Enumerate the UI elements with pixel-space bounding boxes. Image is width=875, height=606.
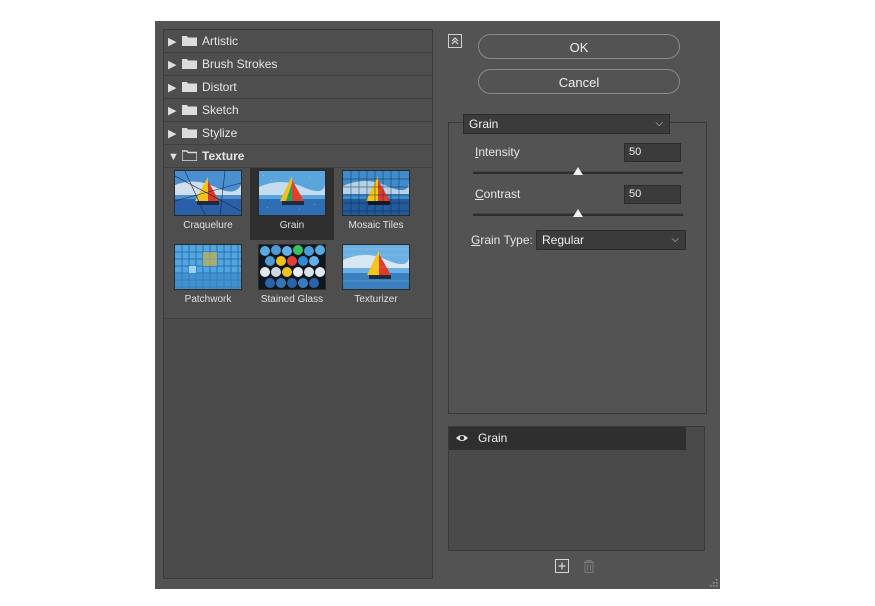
folder-icon: [182, 127, 197, 138]
thumb-image: [174, 244, 242, 290]
intensity-label: Intensity: [475, 145, 520, 159]
thumb-caption: Mosaic Tiles: [348, 220, 404, 231]
category-label: Artistic: [202, 34, 238, 48]
category-label: Brush Strokes: [202, 57, 278, 71]
effect-layer-row[interactable]: Grain: [449, 427, 686, 450]
triangle-right-icon: ▶: [168, 59, 177, 71]
folder-open-icon: [182, 150, 197, 161]
category-stylize[interactable]: ▶ Stylize: [164, 122, 432, 145]
triangle-right-icon: ▶: [168, 128, 177, 140]
grain-type-value: Regular: [542, 233, 585, 247]
thumb-image: [258, 244, 326, 290]
category-artistic[interactable]: ▶ Artistic: [164, 30, 432, 53]
thumb-grain[interactable]: Grain: [250, 168, 334, 240]
thumb-stained-glass[interactable]: Stained Glass: [250, 242, 334, 314]
category-label: Sketch: [202, 103, 239, 117]
thumb-caption: Stained Glass: [260, 294, 324, 305]
filter-settings-panel: Grain ⌵ Intensity 50 Contrast 50 Grain T…: [448, 114, 707, 414]
collapse-up-icon[interactable]: [448, 34, 462, 48]
effect-layers-panel: Grain: [448, 426, 705, 551]
thumb-image: [342, 170, 410, 216]
category-label: Distort: [202, 80, 237, 94]
category-brush-strokes[interactable]: ▶ Brush Strokes: [164, 53, 432, 76]
category-label: Stylize: [202, 126, 238, 140]
triangle-right-icon: ▶: [168, 82, 177, 94]
category-sketch[interactable]: ▶ Sketch: [164, 99, 432, 122]
thumb-caption: Grain: [279, 220, 305, 231]
thumb-caption: Patchwork: [184, 294, 232, 305]
category-texture[interactable]: ▼ Texture: [164, 145, 432, 168]
effect-layer-name: Grain: [478, 431, 508, 445]
chevron-down-icon: ⌵: [655, 118, 663, 129]
thumb-patchwork[interactable]: Patchwork: [166, 242, 250, 314]
new-effect-layer-icon[interactable]: [555, 559, 569, 573]
cancel-button[interactable]: Cancel: [478, 69, 680, 94]
thumb-image: [342, 244, 410, 290]
category-label: Texture: [202, 149, 245, 163]
filter-tree-panel: ▶ Artistic ▶ Brush Strokes ▶ Distort ▶ Sketc…: [163, 29, 433, 579]
contrast-label: Contrast: [475, 187, 521, 201]
thumb-craquelure[interactable]: Craquelure: [166, 168, 250, 240]
thumb-image: [174, 170, 242, 216]
folder-icon: [182, 104, 197, 115]
trash-icon[interactable]: [583, 559, 595, 573]
folder-icon: [182, 81, 197, 92]
contrast-slider-handle[interactable]: [573, 209, 583, 217]
resize-grip-icon[interactable]: [710, 579, 718, 587]
intensity-input[interactable]: 50: [624, 143, 681, 162]
grain-type-select[interactable]: Regular ⌵: [536, 230, 686, 250]
triangle-down-icon: ▼: [168, 151, 179, 163]
contrast-input[interactable]: 50: [624, 185, 681, 204]
grain-type-label: Grain Type:: [471, 233, 533, 247]
chevron-down-icon: ⌵: [671, 234, 679, 245]
thumb-image: [258, 170, 326, 216]
folder-icon: [182, 58, 197, 69]
category-distort[interactable]: ▶ Distort: [164, 76, 432, 99]
filter-select-value: Grain: [469, 117, 499, 131]
thumb-mosaic-tiles[interactable]: Mosaic Tiles: [334, 168, 418, 240]
intensity-slider-handle[interactable]: [573, 167, 583, 175]
eye-icon[interactable]: [455, 433, 469, 443]
filter-gallery-dialog: ▶ Artistic ▶ Brush Strokes ▶ Distort ▶ Sketc…: [155, 21, 720, 589]
triangle-right-icon: ▶: [168, 105, 177, 117]
texture-thumbnails: Craquelure Grain Mosaic Tiles Patchwork …: [164, 168, 432, 319]
thumb-texturizer[interactable]: Texturizer: [334, 242, 418, 314]
thumb-caption: Texturizer: [354, 294, 398, 305]
triangle-right-icon: ▶: [168, 36, 177, 48]
thumb-caption: Craquelure: [183, 220, 233, 231]
ok-button[interactable]: OK: [478, 34, 680, 59]
filter-select[interactable]: Grain ⌵: [463, 114, 670, 134]
folder-icon: [182, 35, 197, 46]
